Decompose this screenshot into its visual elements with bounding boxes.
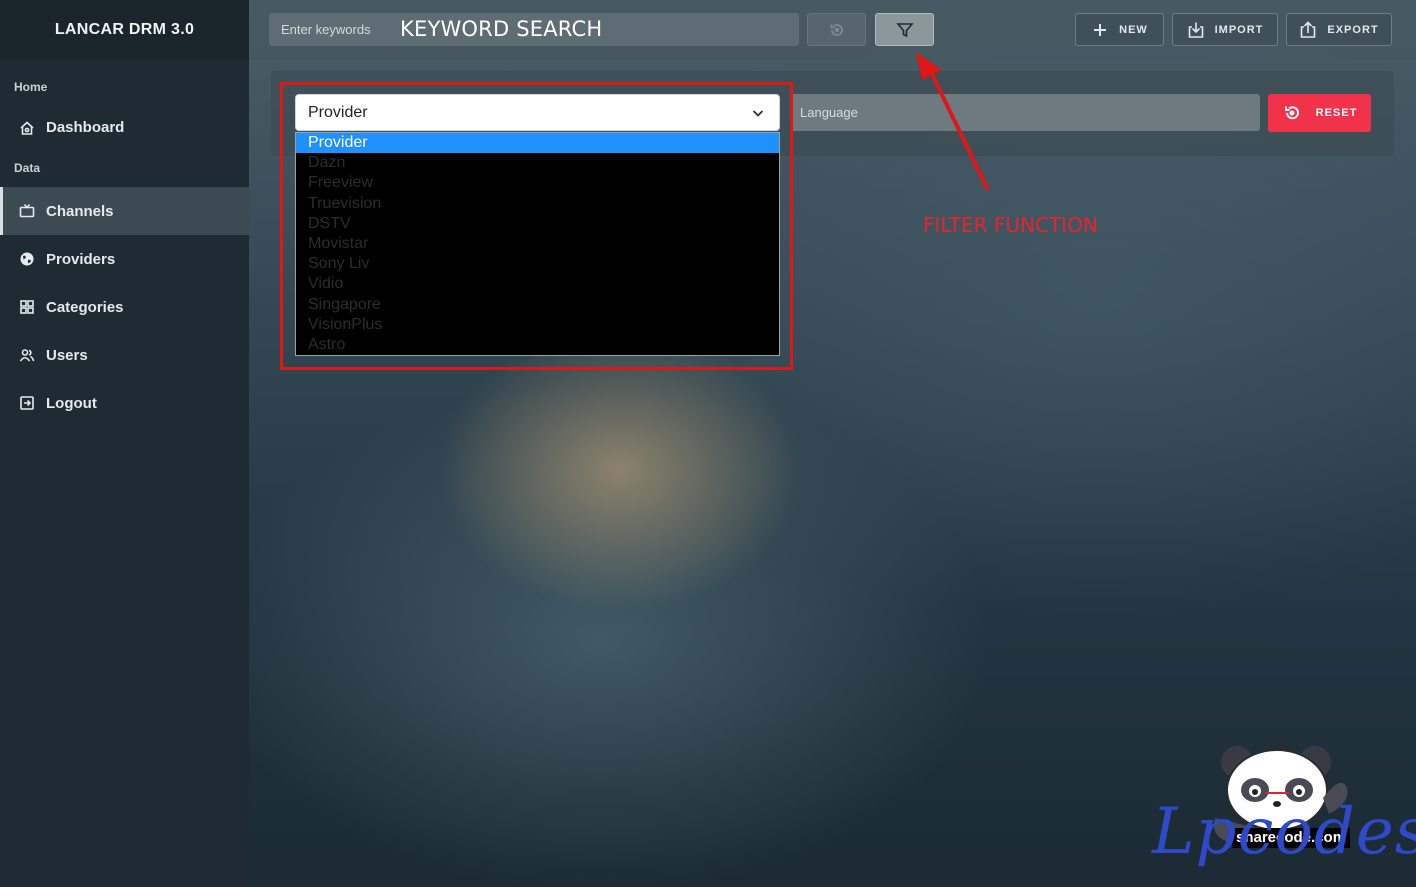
refresh-button[interactable] [807,13,866,46]
dropdown-option[interactable]: Provider [296,133,779,154]
filter-button[interactable] [875,13,934,46]
logout-icon [18,394,36,412]
home-icon [18,119,36,137]
sidebar-item-label: Categories [46,298,124,316]
filter-function-annotation: FILTER FUNCTION [923,213,1098,237]
dropdown-option[interactable]: Freeview [296,173,779,193]
provider-select-value: Provider [308,103,368,121]
import-icon [1188,22,1203,38]
keyword-search-annotation: KEYWORD SEARCH [400,17,603,41]
dropdown-option[interactable]: Truevision [296,194,779,214]
section-label-data: Data [14,161,41,175]
plus-icon [1094,23,1107,36]
sidebar: LANCAR DRM 3.0 Home Dashboard Data Chann… [0,0,249,887]
new-button[interactable]: NEW [1075,13,1164,46]
section-label-home: Home [14,80,48,94]
sidebar-item-dashboard[interactable]: Dashboard [0,100,249,155]
globe-icon [18,250,36,268]
dropdown-option[interactable]: DSTV [296,214,779,234]
dropdown-option[interactable]: Dazn [296,153,779,173]
tv-icon [18,202,36,220]
dropdown-option[interactable]: Sony Liv [296,254,779,274]
language-input[interactable] [790,94,1260,131]
sidebar-item-categories[interactable]: Categories [0,283,249,331]
sidebar-item-logout[interactable]: Logout [0,379,249,427]
dropdown-option[interactable]: Singapore [296,295,779,315]
sidebar-item-label: Logout [46,394,97,412]
sidebar-item-label: Channels [46,202,114,220]
reset-icon [1284,106,1299,120]
sidebar-item-channels[interactable]: Channels [0,187,249,235]
export-button[interactable]: EXPORT [1286,13,1392,46]
filter-icon [895,22,914,37]
dropdown-option[interactable]: VisionPlus [296,315,779,335]
sidebar-item-label: Dashboard [46,119,125,136]
watermark-brand: Lpcodes [1152,795,1416,869]
refresh-icon [830,23,843,36]
export-icon [1301,20,1316,38]
export-button-label: EXPORT [1327,23,1379,36]
sidebar-item-providers[interactable]: Providers [0,235,249,283]
dropdown-option[interactable]: Vidio [296,274,779,294]
new-button-label: NEW [1119,23,1148,36]
grid-icon [18,298,36,316]
provider-select[interactable]: Provider [295,94,780,131]
import-button-label: IMPORT [1214,23,1264,36]
dropdown-option[interactable]: Astro [296,335,779,355]
provider-dropdown-list: Provider Dazn Freeview Truevision DSTV M… [295,132,780,356]
sidebar-item-users[interactable]: Users [0,331,249,379]
chevron-down-icon [752,110,764,117]
users-icon [18,346,36,364]
app-title: LANCAR DRM 3.0 [0,0,249,60]
sidebar-item-label: Providers [46,250,116,268]
import-button[interactable]: IMPORT [1172,13,1278,46]
reset-button-label: RESET [1315,107,1358,119]
reset-button[interactable]: RESET [1268,94,1371,132]
sidebar-item-label: Users [46,346,88,364]
dropdown-option[interactable]: Movistar [296,234,779,254]
